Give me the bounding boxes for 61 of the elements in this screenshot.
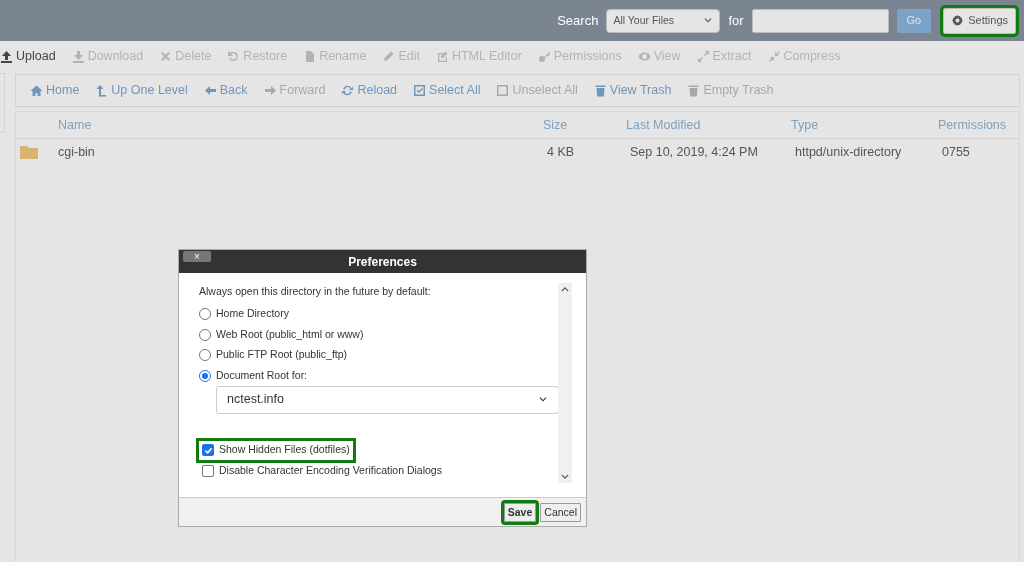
option-label: Public FTP Root (public_ftp): [216, 347, 348, 363]
save-button[interactable]: Save: [503, 502, 537, 523]
prompt-text: Always open this directory in the future by default:: [199, 285, 431, 297]
nav-button[interactable]: Up One Level: [87, 81, 196, 100]
checkbox-label: Show Hidden Files (dotfiles): [219, 442, 350, 458]
nav-button[interactable]: Select All: [405, 81, 489, 100]
file-icon: [303, 49, 317, 63]
table-cell[interactable]: cgi-bin: [58, 142, 543, 162]
checkbox[interactable]: [202, 444, 214, 457]
level-up-icon: [95, 84, 109, 97]
close-icon: [159, 49, 173, 63]
column-header[interactable]: Name: [58, 115, 543, 135]
table-cell-text: 0755: [941, 143, 971, 161]
dialog-title: Preferences: [348, 253, 417, 271]
table-cell-text: 4 KB: [546, 143, 576, 161]
checkbox-icon: [413, 84, 427, 97]
option-label: Home Directory: [216, 306, 289, 322]
compress-icon: [767, 49, 781, 63]
column-header[interactable]: Type: [791, 115, 938, 135]
edit-icon: [435, 49, 449, 63]
arrow-right-icon: [263, 84, 277, 97]
nav-button[interactable]: Home: [22, 81, 88, 100]
arrow-left-icon: [203, 84, 217, 97]
checkbox[interactable]: [202, 465, 214, 478]
trash-icon: [593, 84, 607, 97]
home-icon: [30, 84, 43, 97]
checkbox-icon: [496, 84, 510, 97]
go-button[interactable]: Go: [896, 8, 932, 33]
toolbar-button[interactable]: Upload: [0, 46, 64, 66]
pencil-icon: [382, 49, 396, 63]
expand-icon: [696, 49, 710, 63]
option-label: Document Root for:: [216, 367, 308, 383]
search-label: Search: [557, 11, 599, 30]
table-cell-text: Sep 10, 2019, 4:24 PM: [629, 143, 759, 161]
folder-icon: [20, 145, 38, 160]
scope-dropdown[interactable]: All Your Files: [606, 8, 721, 33]
search-field[interactable]: [751, 8, 889, 33]
checkbox-label: Disable Character Encoding Verification Dialogs: [219, 463, 442, 479]
column-header[interactable]: Size: [543, 115, 626, 135]
scroll-up-icon[interactable]: [561, 287, 569, 292]
scroll-down-icon[interactable]: [561, 474, 569, 479]
key-icon: [537, 49, 551, 63]
settings-button[interactable]: Settings: [943, 7, 1016, 34]
scrollbar[interactable]: [558, 283, 572, 483]
for-label: for: [728, 11, 744, 30]
column-header[interactable]: Last Modified: [626, 115, 791, 135]
cancel-button[interactable]: Cancel: [540, 502, 581, 523]
option-label: Web Root (public_html or www): [216, 326, 364, 342]
nav-button[interactable]: View Trash: [585, 81, 680, 100]
nav-button[interactable]: Reload: [333, 81, 406, 100]
upload-icon: [0, 49, 13, 63]
nav-button[interactable]: Back: [195, 81, 256, 100]
download-icon: [71, 49, 85, 63]
column-header[interactable]: Permissions: [938, 115, 1019, 135]
trash-icon: [687, 84, 701, 97]
domain-dropdown[interactable]: nctest.info: [216, 385, 559, 414]
reload-icon: [341, 84, 355, 97]
close-button[interactable]: ×: [183, 251, 211, 262]
settings-icon: [951, 14, 965, 27]
undo-icon: [227, 49, 241, 63]
table-cell-text: httpd/unix-directory: [794, 143, 903, 161]
